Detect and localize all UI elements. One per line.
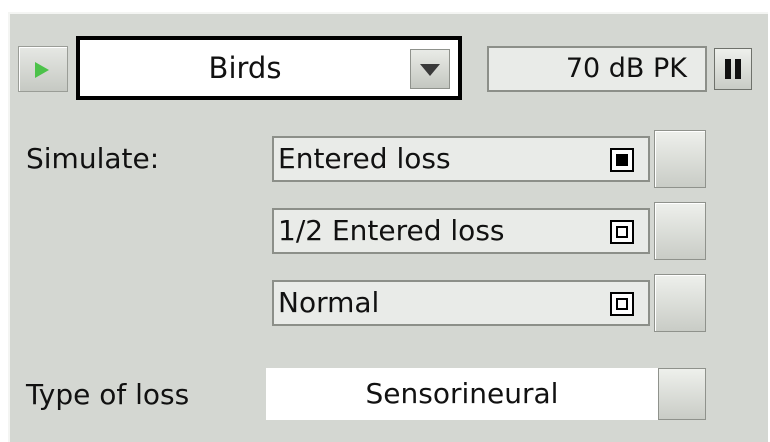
loss-type-button[interactable] [658, 368, 706, 420]
simulate-option-label: Normal [278, 286, 380, 319]
level-display: 70 dB PK [487, 46, 707, 92]
simulate-option-button-2[interactable] [654, 202, 706, 260]
simulate-option-entered-loss[interactable]: Entered loss [272, 136, 650, 182]
sound-dropdown-value: Birds [208, 51, 282, 85]
simulate-option-label: 1/2 Entered loss [278, 214, 505, 247]
pause-icon [735, 59, 741, 79]
dropdown-toggle-button[interactable] [410, 49, 450, 89]
loss-type-value[interactable]: Sensorineural [266, 368, 658, 420]
chevron-down-icon [420, 64, 440, 76]
simulate-option-normal[interactable]: Normal [272, 280, 650, 326]
radio-unselected-icon[interactable] [610, 220, 634, 244]
pause-button[interactable] [714, 48, 752, 90]
sound-dropdown[interactable]: Birds [76, 36, 462, 100]
loss-type-label: Type of loss [26, 378, 190, 411]
simulate-option-button-1[interactable] [654, 130, 706, 188]
radio-unselected-icon[interactable] [610, 292, 634, 316]
play-button[interactable] [18, 46, 68, 92]
pause-icon [725, 59, 731, 79]
simulate-option-label: Entered loss [278, 142, 451, 175]
simulate-option-button-3[interactable] [654, 274, 706, 332]
simulate-label: Simulate: [26, 142, 160, 175]
simulate-option-half-entered-loss[interactable]: 1/2 Entered loss [272, 208, 650, 254]
radio-selected-icon[interactable] [610, 148, 634, 172]
play-icon [35, 62, 49, 78]
